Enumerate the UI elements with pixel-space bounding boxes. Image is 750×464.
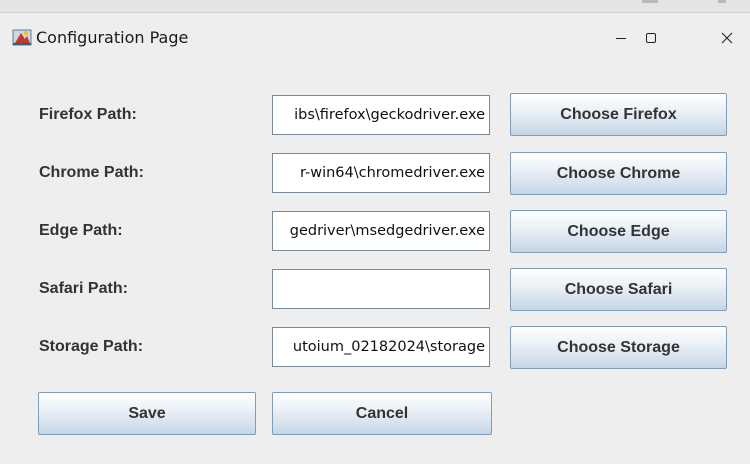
maximize-button[interactable] [628, 23, 674, 53]
storage-path-value: utoium_02182024\storage [292, 339, 485, 355]
choose-storage-button[interactable]: Choose Storage [510, 326, 727, 369]
background-window-strip [0, 0, 750, 13]
window-title: Configuration Page [36, 28, 189, 47]
java-app-icon [12, 29, 32, 46]
chrome-path-value: r-win64\chromedriver.exe [299, 165, 485, 181]
edge-path-field[interactable]: gedriver\msedgedriver.exe [272, 211, 490, 251]
configuration-window: Configuration Page Firefox Path: ibs\fir… [0, 13, 750, 464]
close-icon [721, 32, 733, 44]
save-button[interactable]: Save [38, 392, 256, 435]
cancel-button[interactable]: Cancel [272, 392, 492, 435]
edge-path-value: gedriver\msedgedriver.exe [289, 223, 485, 239]
choose-chrome-button[interactable]: Choose Chrome [510, 152, 727, 195]
maximize-icon [646, 33, 656, 43]
safari-path-label: Safari Path: [39, 280, 128, 297]
choose-firefox-button[interactable]: Choose Firefox [510, 93, 727, 136]
background-window-edge [642, 0, 658, 3]
safari-path-field[interactable] [272, 269, 490, 309]
storage-path-label: Storage Path: [39, 338, 144, 355]
edge-path-label: Edge Path: [39, 222, 123, 239]
firefox-path-label: Firefox Path: [39, 106, 137, 123]
firefox-path-field[interactable]: ibs\firefox\geckodriver.exe [272, 95, 490, 135]
firefox-path-value: ibs\firefox\geckodriver.exe [294, 107, 485, 123]
close-button[interactable] [704, 23, 750, 53]
chrome-path-field[interactable]: r-win64\chromedriver.exe [272, 153, 490, 193]
background-window-edge [718, 0, 726, 3]
chrome-path-label: Chrome Path: [39, 164, 144, 181]
choose-safari-button[interactable]: Choose Safari [510, 268, 727, 311]
minimize-icon [616, 38, 626, 39]
title-bar[interactable]: Configuration Page [0, 13, 750, 64]
choose-edge-button[interactable]: Choose Edge [510, 210, 727, 253]
storage-path-field[interactable]: utoium_02182024\storage [272, 327, 490, 367]
